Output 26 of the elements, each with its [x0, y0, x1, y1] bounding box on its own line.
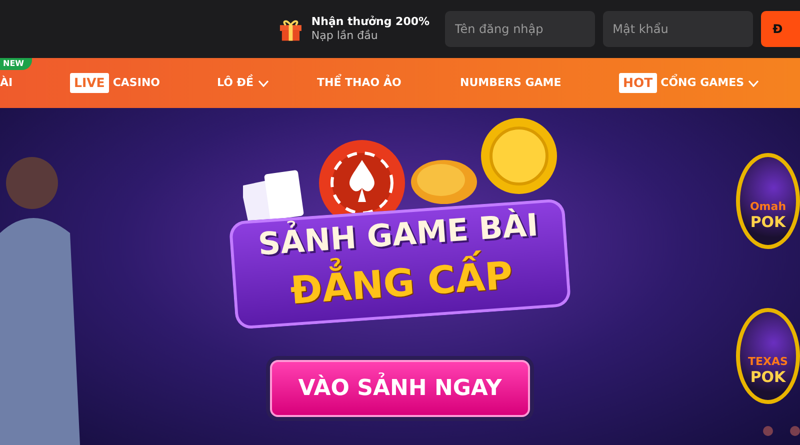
game-name: Omah: [750, 201, 786, 213]
login-button[interactable]: Đ: [760, 11, 800, 47]
password-field[interactable]: Mật khẩu: [602, 11, 753, 47]
nav-link[interactable]: ÀI: [0, 74, 13, 92]
nav-tag: HOT: [619, 72, 657, 94]
nav-link[interactable]: LIVE CASINO: [70, 72, 160, 94]
nav-label: CASINO: [112, 74, 160, 91]
nav-label: CỔNG GAMES: [660, 74, 744, 91]
game-icon[interactable]: TEXAS POK: [736, 308, 800, 404]
nav-label: LÔ ĐỀ: [217, 74, 254, 91]
nav-link[interactable]: THỂ THAO ẢO: [317, 74, 402, 92]
promo-subtitle: Nạp lần đầu: [311, 29, 379, 43]
game-name: POK: [750, 213, 786, 231]
username-field[interactable]: Tên đăng nhập: [444, 11, 595, 47]
nav-link[interactable]: NUMBERS GAME: [460, 74, 562, 92]
game-name: TEXAS: [748, 356, 788, 368]
coin-stack-drawing: [411, 160, 477, 204]
game-icon[interactable]: Omah POK: [736, 153, 800, 249]
nav-link[interactable]: HOT CỔNG GAMES: [619, 72, 760, 94]
nav-tag: LIVE: [70, 72, 109, 94]
nav-link[interactable]: LÔ ĐỀ: [217, 74, 269, 92]
game-name: POK: [750, 368, 786, 386]
promo-title: Nhận thưởng 200%: [311, 15, 431, 29]
slide-dot[interactable]: [790, 426, 800, 436]
slide-dot[interactable]: [763, 426, 773, 436]
new-badge: NEW: [0, 58, 32, 70]
